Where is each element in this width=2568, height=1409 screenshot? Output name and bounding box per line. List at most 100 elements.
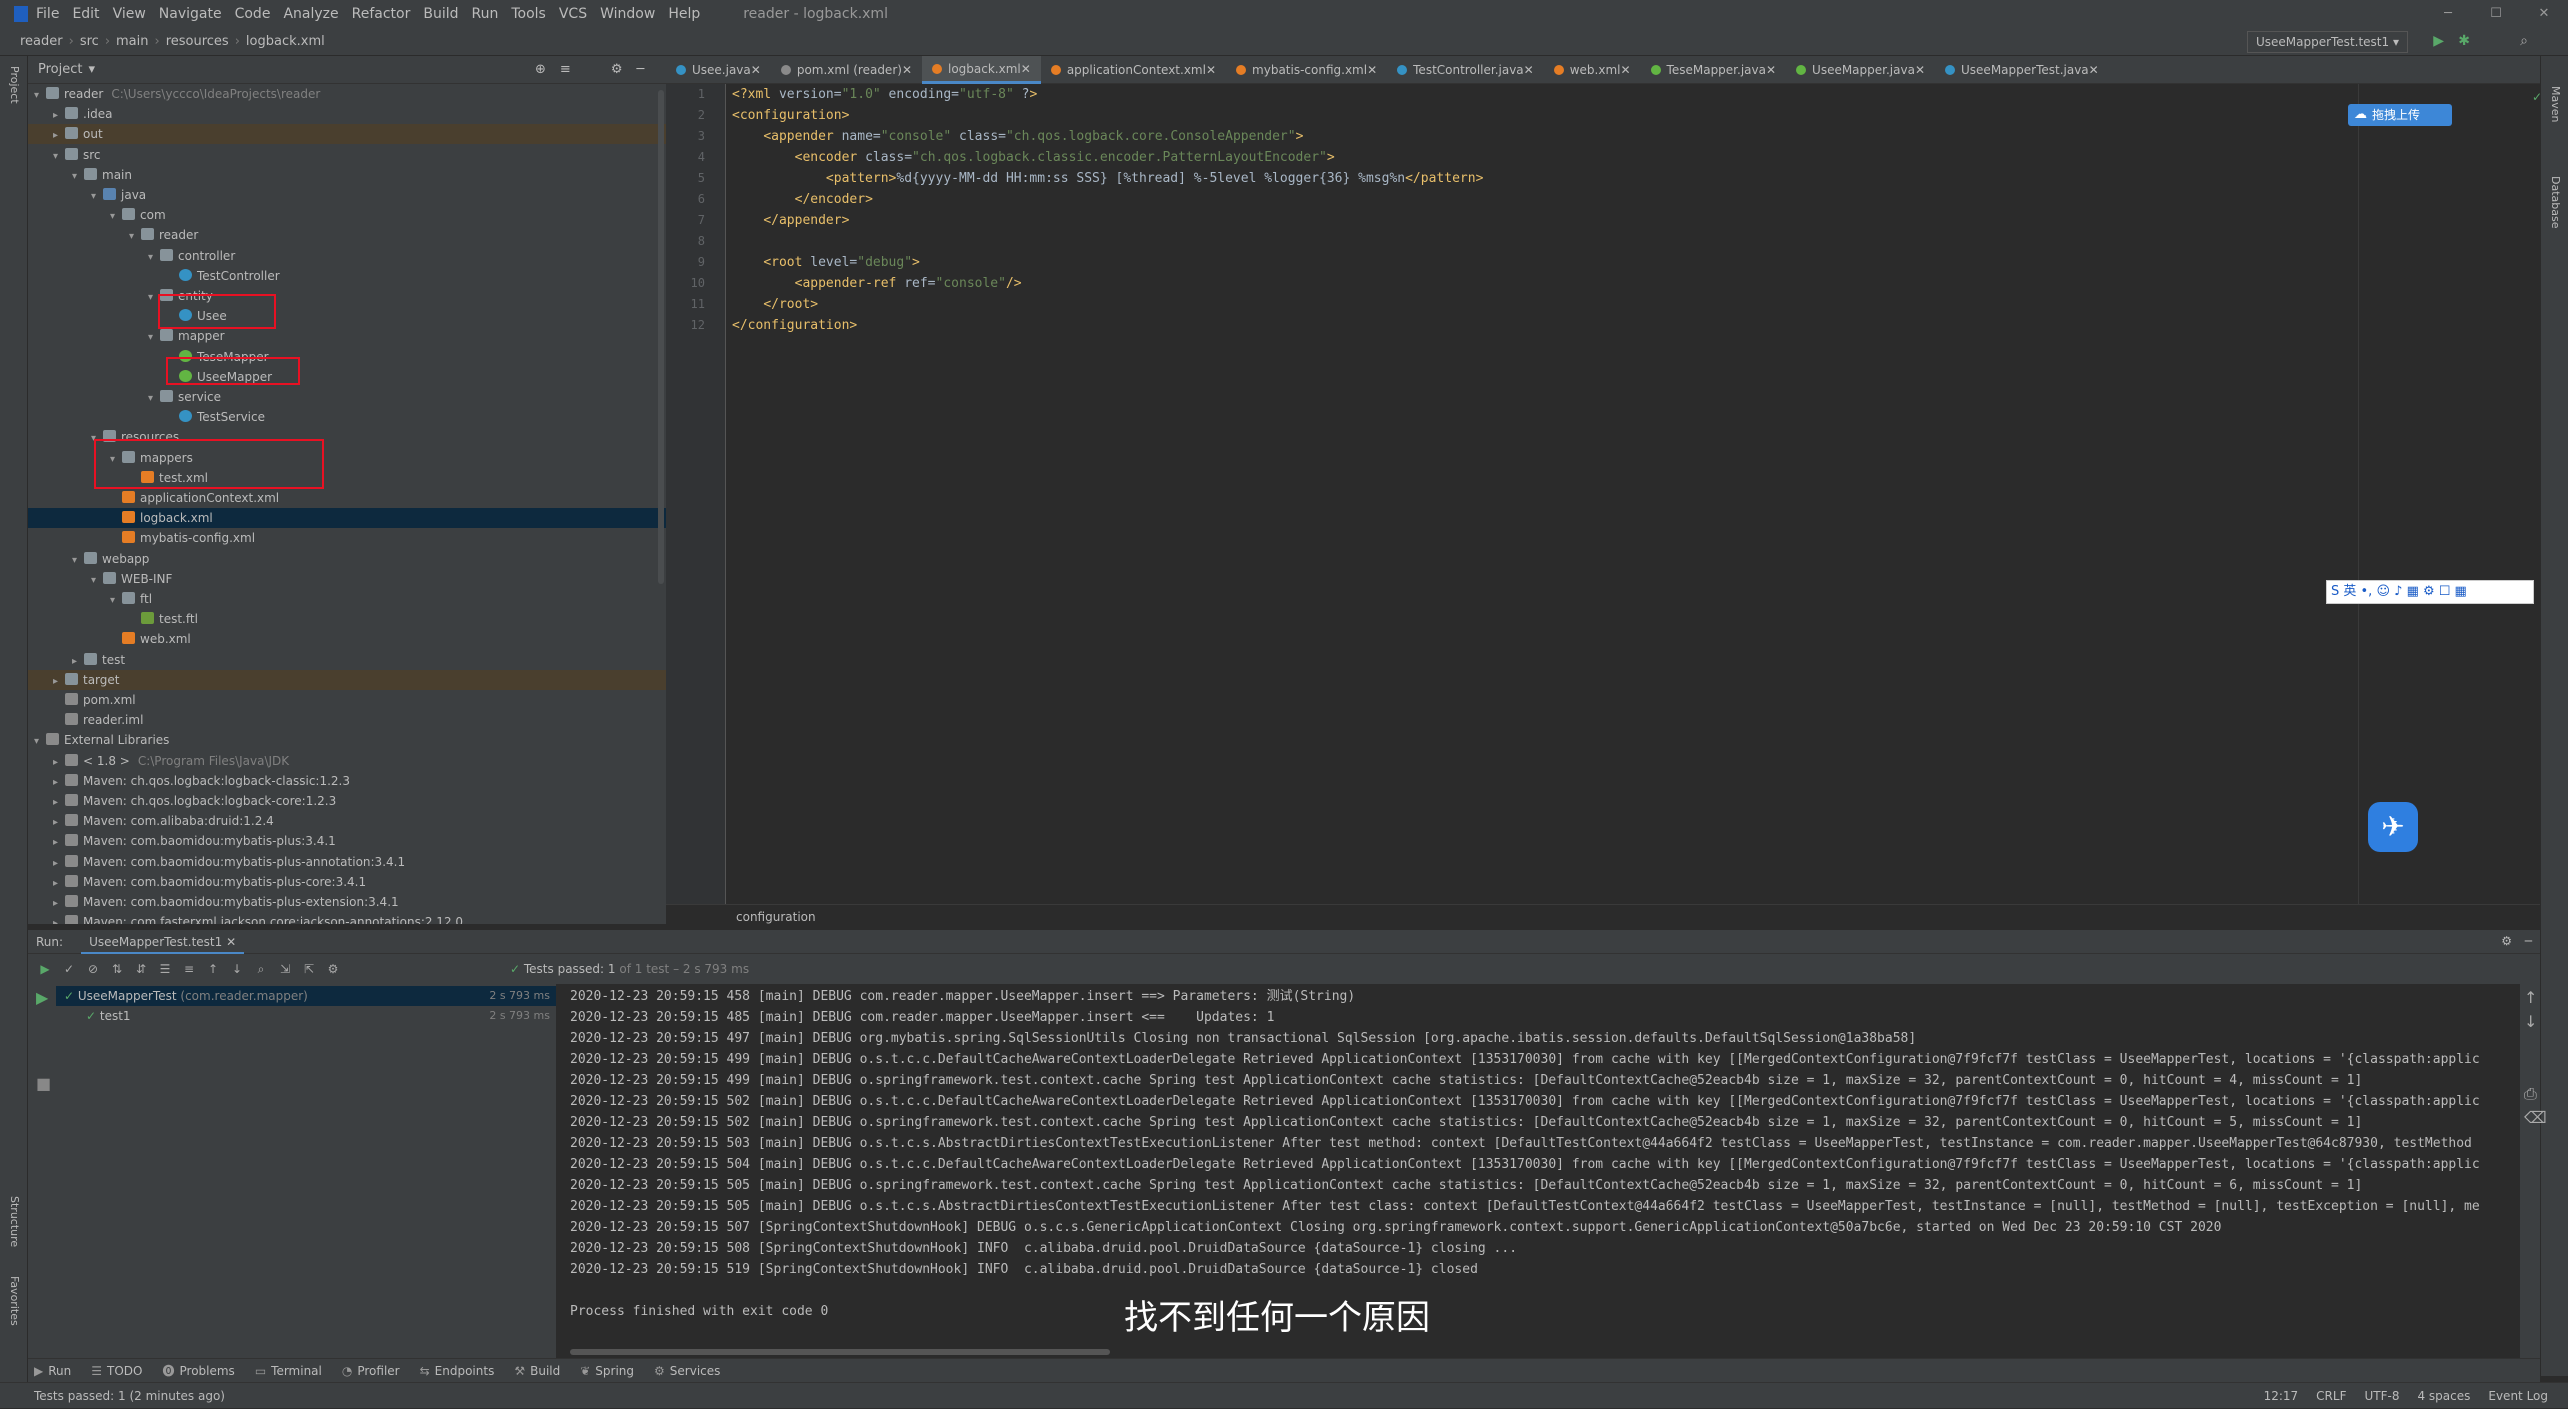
minimize-button[interactable]: ─ <box>2424 0 2472 28</box>
console-hscrollbar[interactable] <box>570 1349 1110 1355</box>
tree-item[interactable]: ▸ out <box>28 124 666 146</box>
structure-tool-tab[interactable]: Structure <box>8 1196 21 1247</box>
collapsed-arrow-icon[interactable]: ▸ <box>53 672 65 692</box>
menu-item-edit[interactable]: Edit <box>72 6 99 22</box>
tree-item[interactable]: ▸ target <box>28 669 666 692</box>
console-line[interactable]: 2020-12-23 20:59:15 485 [main] DEBUG com… <box>570 1007 1274 1028</box>
expanded-arrow-icon[interactable]: ▾ <box>148 248 160 268</box>
gear-icon[interactable]: ⚙ <box>2501 934 2512 948</box>
line-separator[interactable]: CRLF <box>2316 1389 2346 1403</box>
expanded-arrow-icon[interactable]: ▾ <box>110 207 122 227</box>
collapsed-arrow-icon[interactable]: ▸ <box>53 854 65 874</box>
tree-item[interactable]: TestService <box>28 407 666 427</box>
close-icon[interactable]: ✕ <box>2089 56 2099 84</box>
down-arrow-icon[interactable]: ↓ <box>2524 1012 2537 1031</box>
tree-item[interactable]: ▾ reader C:\Users\yccco\IdeaProjects\reade… <box>28 84 666 104</box>
console-line[interactable]: 2020-12-23 20:59:15 507 [SpringContextSh… <box>570 1217 2221 1238</box>
locate-icon[interactable]: ⊕ <box>535 62 546 77</box>
settings-icon[interactable]: ⚙ <box>326 962 340 976</box>
menu-item-build[interactable]: Build <box>423 6 458 22</box>
rerun-icon[interactable]: ▶ <box>36 988 48 1007</box>
expanded-arrow-icon[interactable]: ▾ <box>110 591 122 611</box>
event-log[interactable]: Event Log <box>2488 1389 2548 1403</box>
print-icon[interactable]: ⎙ <box>2524 1084 2537 1104</box>
menu-item-window[interactable]: Window <box>600 6 655 22</box>
tree-item[interactable]: ▸ .idea <box>28 104 666 124</box>
export-icon[interactable]: ⇱ <box>302 962 316 976</box>
code-line[interactable]: <root level="debug"> <box>732 252 920 273</box>
expanded-arrow-icon[interactable]: ▾ <box>148 389 160 409</box>
code-line[interactable]: </configuration> <box>732 315 857 336</box>
editor-tab[interactable]: TestController.java ✕ <box>1387 56 1544 84</box>
editor-tab[interactable]: TeseMapper.java ✕ <box>1641 56 1786 84</box>
tree-item[interactable]: ▸ Maven: ch.qos.logback:logback-core:1.2.… <box>28 791 666 811</box>
console-line[interactable]: 2020-12-23 20:59:15 499 [main] DEBUG o.s… <box>570 1070 2362 1091</box>
collapsed-arrow-icon[interactable]: ▸ <box>53 106 65 126</box>
project-scrollbar[interactable] <box>658 90 664 584</box>
console-line[interactable]: 2020-12-23 20:59:15 505 [main] DEBUG o.s… <box>570 1196 2480 1217</box>
close-icon[interactable]: ✕ <box>1620 56 1630 84</box>
status-message[interactable]: Tests passed: 1 (2 minutes ago) <box>34 1389 225 1403</box>
editor-tab[interactable]: Usee.java ✕ <box>666 56 771 84</box>
collapsed-arrow-icon[interactable]: ▸ <box>53 793 65 813</box>
tree-item[interactable]: ▸ Maven: com.baomidou:mybatis-plus-core:3… <box>28 872 666 892</box>
down-icon[interactable]: ↓ <box>230 962 244 976</box>
console-line[interactable]: 2020-12-23 20:59:15 503 [main] DEBUG o.s… <box>570 1133 2472 1154</box>
bottom-tab-services[interactable]: ⚙ Services <box>654 1364 720 1378</box>
bottom-tab-build[interactable]: ⚒ Build <box>514 1364 560 1378</box>
editor-tab[interactable]: UseeMapper.java ✕ <box>1786 56 1935 84</box>
menu-item-code[interactable]: Code <box>235 6 271 22</box>
expanded-arrow-icon[interactable]: ▾ <box>72 551 84 571</box>
favorites-tool-tab[interactable]: Favorites <box>8 1276 21 1326</box>
code-line[interactable]: <appender name="console" class="ch.qos.l… <box>732 126 1303 147</box>
menu-item-file[interactable]: File <box>36 6 59 22</box>
tree-item[interactable]: TestController <box>28 266 666 286</box>
console-line[interactable]: Process finished with exit code 0 <box>570 1301 828 1322</box>
expanded-arrow-icon[interactable]: ▾ <box>34 86 46 106</box>
tree-item[interactable]: logback.xml <box>28 508 666 529</box>
ime-toolbar[interactable]: S 英 •, ☺ ♪ ▦ ⚙ ☐ ▦ <box>2326 580 2534 604</box>
tree-item[interactable]: ▾ main <box>28 165 666 185</box>
search-icon[interactable]: ⌕ <box>2520 33 2528 49</box>
code-line[interactable]: <appender-ref ref="console"/> <box>732 273 1022 294</box>
run-tab[interactable]: UseeMapperTest.test1 ✕ <box>81 930 245 954</box>
code-line[interactable]: </encoder> <box>732 189 873 210</box>
breadcrumb-item[interactable]: logback.xml <box>246 34 325 49</box>
editor-tab[interactable]: pom.xml (reader) ✕ <box>771 56 922 84</box>
menu-item-analyze[interactable]: Analyze <box>283 6 338 22</box>
project-tool-tab[interactable]: Project <box>8 66 21 104</box>
trash-icon[interactable]: ⌫ <box>2524 1108 2547 1127</box>
close-icon[interactable]: ✕ <box>1915 56 1925 84</box>
expanded-arrow-icon[interactable]: ▾ <box>148 328 160 348</box>
chevron-down-icon[interactable]: ▾ <box>88 62 95 77</box>
collapsed-arrow-icon[interactable]: ▸ <box>53 874 65 894</box>
console-output[interactable]: 2020-12-23 20:59:15 458 [main] DEBUG com… <box>556 984 2520 1364</box>
hide-panel-icon[interactable]: ─ <box>2525 934 2532 948</box>
breadcrumb-item[interactable]: reader <box>20 34 63 49</box>
collapsed-arrow-icon[interactable]: ▸ <box>53 126 65 146</box>
project-panel-title[interactable]: Project <box>38 62 82 77</box>
menu-item-vcs[interactable]: VCS <box>559 6 587 22</box>
breadcrumb-item[interactable]: resources <box>166 34 229 49</box>
code-line[interactable]: <?xml version="1.0" encoding="utf-8" ?> <box>732 84 1037 105</box>
tree-item[interactable]: applicationContext.xml <box>28 488 666 508</box>
indent-setting[interactable]: 4 spaces <box>2417 1389 2470 1403</box>
collapse-all-icon[interactable]: ≡ <box>182 962 196 976</box>
console-line[interactable]: 2020-12-23 20:59:15 519 [SpringContextSh… <box>570 1259 1478 1280</box>
test-node[interactable]: ✓ UseeMapperTest (com.reader.mapper) 2 s … <box>56 986 556 1006</box>
show-ignored-icon[interactable]: ⊘ <box>86 962 100 976</box>
maven-tool-tab[interactable]: Maven <box>2549 86 2562 122</box>
tree-item[interactable]: ▾ WEB-INF <box>28 569 666 589</box>
editor-tab[interactable]: applicationContext.xml ✕ <box>1041 56 1226 84</box>
history-icon[interactable]: ⌕ <box>254 962 268 976</box>
expanded-arrow-icon[interactable]: ▾ <box>53 147 65 167</box>
tree-item[interactable]: UseeMapper <box>28 367 666 387</box>
collapsed-arrow-icon[interactable]: ▸ <box>53 753 65 773</box>
tree-item[interactable]: TeseMapper <box>28 347 666 367</box>
expand-all-icon[interactable]: ☰ <box>158 962 172 976</box>
tree-item[interactable]: ▾ src <box>28 145 666 165</box>
tree-item[interactable]: ▾ ftl <box>28 589 666 609</box>
stop-icon[interactable]: ■ <box>36 1074 51 1093</box>
import-icon[interactable]: ⇲ <box>278 962 292 976</box>
collapsed-arrow-icon[interactable]: ▸ <box>53 914 65 924</box>
